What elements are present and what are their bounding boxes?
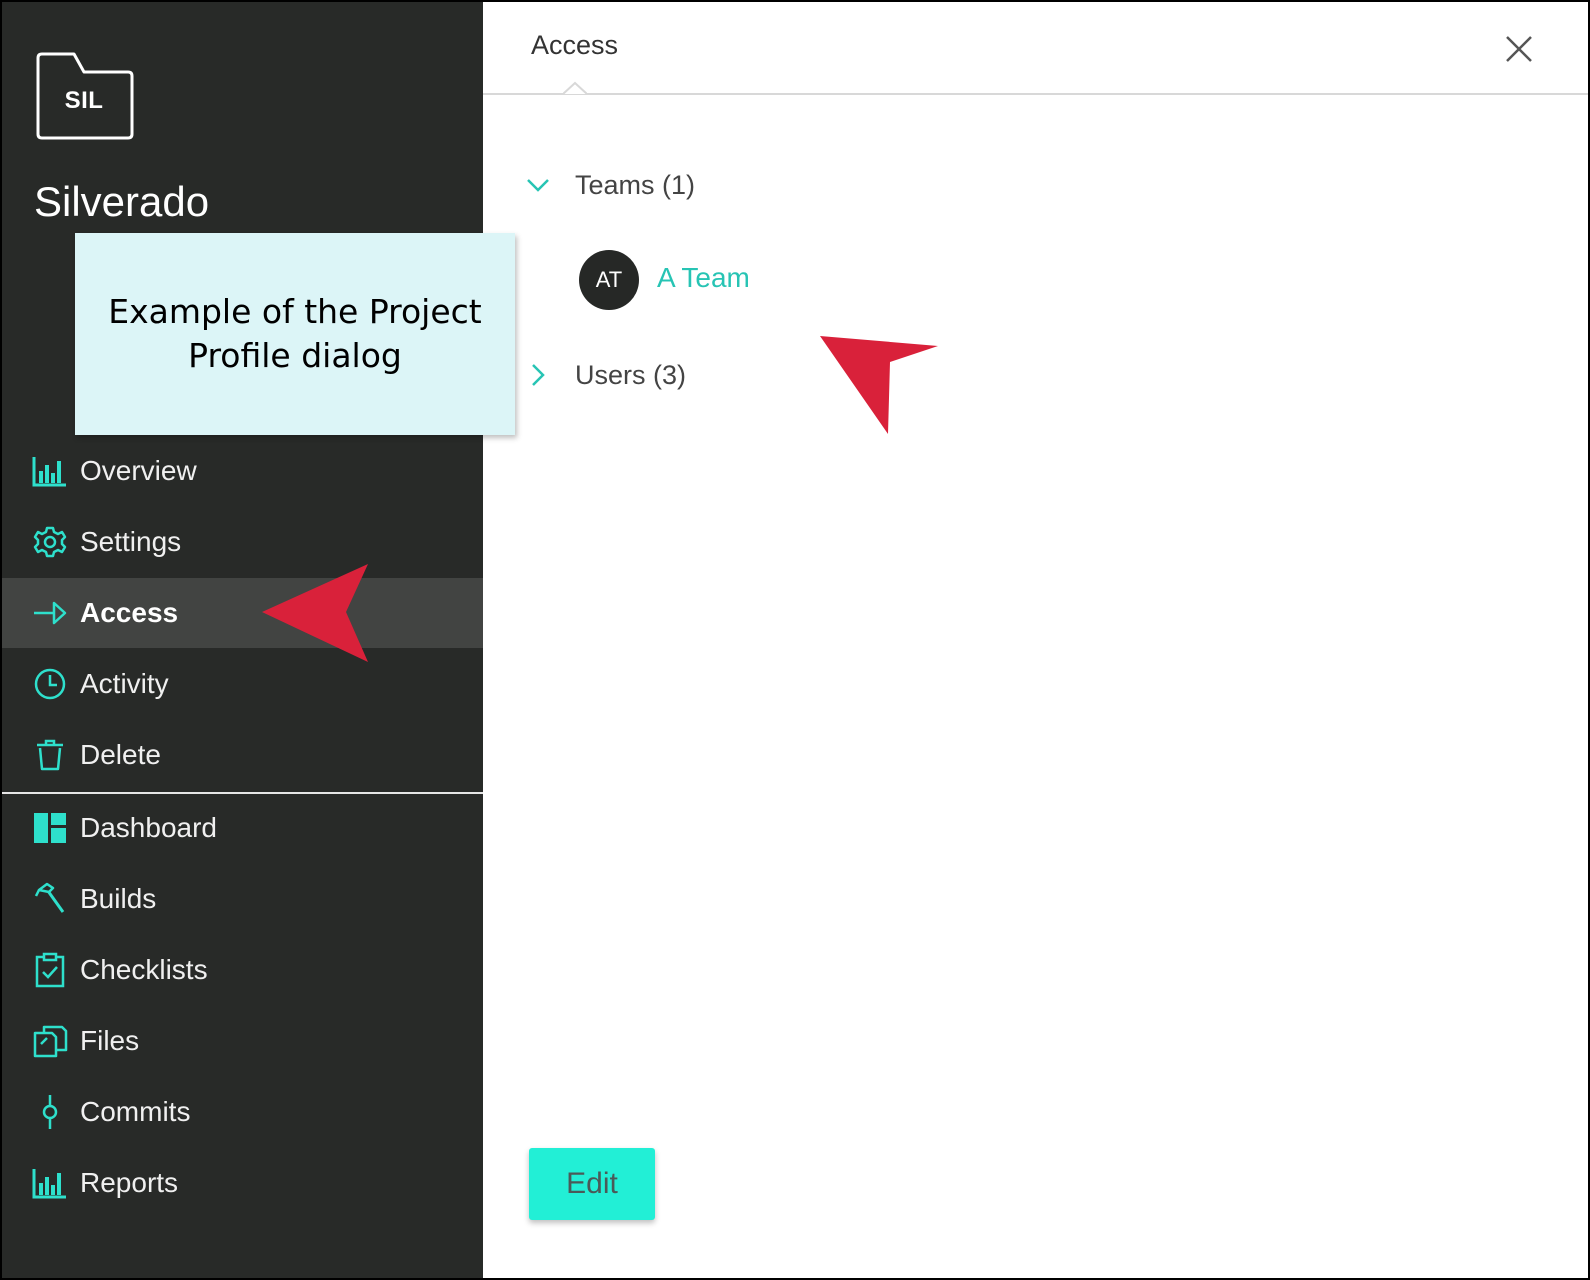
nav-item-activity[interactable]: Activity: [2, 649, 483, 719]
nav-label: Checklists: [80, 954, 208, 985]
nav-label: Commits: [80, 1096, 191, 1127]
nav-item-files[interactable]: Files: [2, 1006, 483, 1076]
callout-text: Example of the Project Profile dialog: [108, 292, 482, 375]
nav-label: Settings: [80, 526, 182, 557]
gear-icon: [32, 524, 68, 560]
tab-indicator-notch: [563, 81, 587, 95]
team-row: AT A Team: [579, 250, 979, 314]
nav-item-commits[interactable]: Commits: [2, 1077, 483, 1147]
files-icon: [32, 1023, 68, 1059]
project-abbreviation: SIL: [64, 87, 104, 114]
clock-icon: [32, 666, 68, 702]
nav-label: Builds: [80, 883, 157, 914]
teams-section-label: Teams (1): [575, 169, 696, 200]
nav-label: Access: [80, 597, 179, 628]
nav-label: Reports: [80, 1167, 179, 1198]
dashboard-icon: [32, 810, 68, 846]
main-panel: Access Teams (1) AT A Team Users (3) Edi…: [483, 2, 1588, 1278]
nav-label: Delete: [80, 739, 161, 770]
nav-item-reports[interactable]: Reports: [2, 1148, 483, 1218]
nav-item-checklists[interactable]: Checklists: [2, 935, 483, 1005]
panel-title: Access: [531, 30, 619, 60]
teams-section-header[interactable]: Teams (1): [523, 165, 923, 205]
team-link[interactable]: A Team: [657, 262, 750, 294]
annotation-arrow-team: [820, 336, 938, 434]
trash-icon: [32, 737, 68, 773]
commit-icon: [32, 1094, 68, 1130]
hammer-icon: [32, 881, 68, 917]
arrow-right-icon: [32, 595, 68, 631]
nav-item-settings[interactable]: Settings: [2, 507, 483, 577]
edit-button[interactable]: Edit: [529, 1148, 655, 1220]
project-profile-dialog: SIL Silverado Overview Settings Access A…: [0, 0, 1590, 1280]
nav-item-delete[interactable]: Delete: [2, 720, 483, 790]
nav-item-builds[interactable]: Builds: [2, 864, 483, 934]
nav-label: Overview: [80, 455, 197, 486]
annotation-arrow-access: [262, 564, 368, 662]
header-divider: [483, 93, 1588, 95]
bar-chart-icon: [32, 453, 68, 489]
annotation-callout: Example of the Project Profile dialog: [75, 233, 515, 435]
nav-item-access[interactable]: Access: [2, 578, 483, 648]
close-icon[interactable]: [1502, 32, 1536, 66]
nav-label: Files: [80, 1025, 140, 1056]
project-folder-icon: SIL: [34, 50, 136, 142]
nav-label: Activity: [80, 668, 169, 699]
nav-item-dashboard[interactable]: Dashboard: [2, 793, 483, 863]
bar-chart-icon: [32, 1165, 68, 1201]
avatar: AT: [579, 250, 639, 310]
project-name: Silverado: [34, 178, 210, 225]
users-section-label: Users (3): [575, 359, 687, 390]
nav-item-overview[interactable]: Overview: [2, 436, 483, 506]
chevron-right-icon: [532, 364, 545, 386]
clipboard-check-icon: [32, 952, 68, 988]
sidebar: SIL Silverado Overview Settings Access A…: [2, 2, 483, 1278]
chevron-down-icon: [527, 179, 549, 192]
nav-label: Dashboard: [80, 812, 217, 843]
